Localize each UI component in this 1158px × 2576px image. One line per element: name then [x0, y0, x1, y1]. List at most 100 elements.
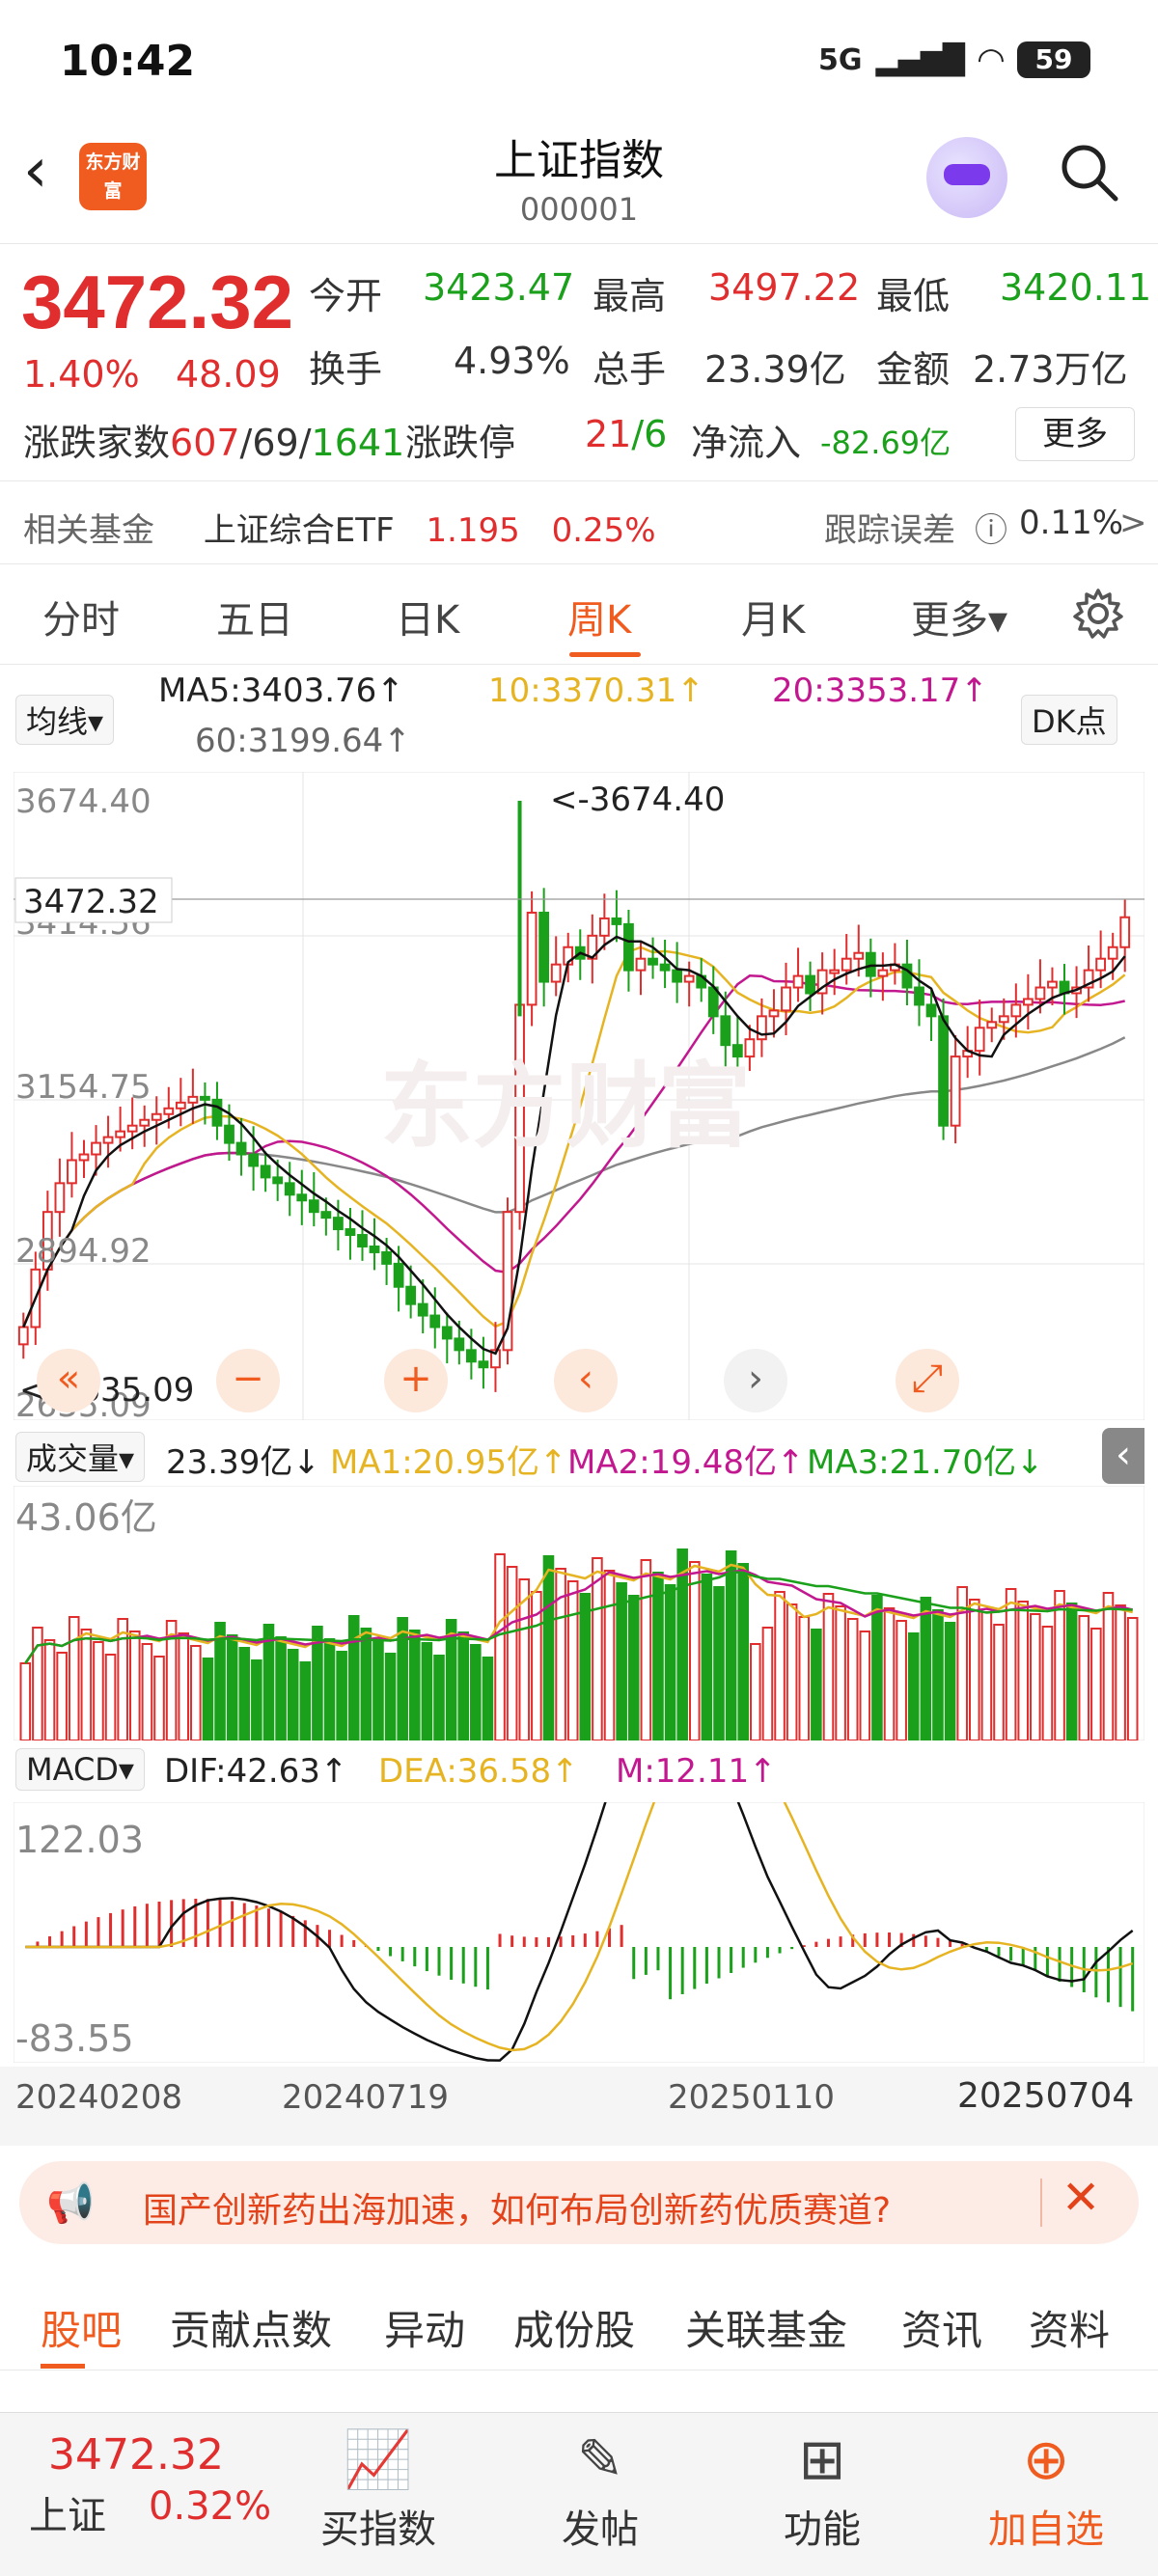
- related-fund-row[interactable]: 相关基金 上证综合ETF 1.195 0.25% 跟踪误差 ⓘ 0.11% >: [23, 504, 1147, 551]
- volume-bar: [555, 1568, 566, 1740]
- zoom-in-button[interactable]: +: [384, 1349, 448, 1412]
- search-icon[interactable]: [1058, 141, 1119, 203]
- volume-bar: [725, 1550, 737, 1740]
- candle-body: [792, 974, 804, 989]
- candle-body: [1022, 998, 1034, 1006]
- volume-bar: [603, 1570, 616, 1740]
- promo-banner[interactable]: 📢 国产创新药出海加速，如何布局创新药优质赛道? ✕: [19, 2161, 1139, 2244]
- volume-bar: [627, 1595, 640, 1740]
- candle-body: [623, 922, 634, 972]
- footer-price: 3472.32: [48, 2430, 224, 2480]
- candle-body: [1047, 980, 1058, 989]
- candle-body: [914, 986, 924, 1006]
- candle-body: [550, 963, 562, 983]
- volume-bar: [579, 1593, 592, 1740]
- volume-bar: [214, 1622, 226, 1740]
- candle-body: [296, 1193, 308, 1202]
- volume-ma1: MA1:20.95亿↑: [330, 1443, 567, 1482]
- tab-five-day[interactable]: 五日: [216, 589, 293, 644]
- functions-button[interactable]: ⊞ 功能: [726, 2421, 919, 2554]
- candle-body: [938, 1015, 949, 1127]
- collapse-panel-button[interactable]: ‹: [1102, 1428, 1144, 1484]
- volume-bar: [226, 1634, 238, 1740]
- volume-bar: [1065, 1603, 1078, 1740]
- volume-bar: [421, 1642, 433, 1740]
- candle-body: [272, 1176, 284, 1185]
- volume-bar: [1054, 1590, 1065, 1740]
- tab-related-funds[interactable]: 关联基金: [685, 2298, 847, 2357]
- volume-bar: [141, 1643, 153, 1740]
- y-label-3: 3154.75: [15, 1068, 152, 1107]
- close-icon[interactable]: ✕: [1062, 2171, 1100, 2225]
- volume-label: 总手: [593, 348, 667, 391]
- volume-legend: 成交量▾ 23.39亿↓ MA1:20.95亿↑ MA2:19.48亿↑ MA3…: [14, 1432, 1144, 1482]
- candle-body: [17, 1326, 29, 1346]
- volume-bar: [1090, 1628, 1102, 1740]
- candle-body: [841, 957, 852, 972]
- volume-bar: [592, 1557, 603, 1740]
- tab-daily-k[interactable]: 日K: [396, 589, 459, 644]
- volume-bar: [1078, 1615, 1090, 1740]
- volume-bar: [750, 1643, 761, 1740]
- kline-chart[interactable]: 3674.40 3414.56 3154.75 2894.92 2635.09 …: [14, 772, 1144, 1420]
- candle-body: [308, 1199, 319, 1214]
- candle-body: [877, 969, 889, 977]
- help-icon[interactable]: ⓘ: [975, 504, 1007, 551]
- tab-monthly-k[interactable]: 月K: [741, 589, 805, 644]
- limit-value: 21/6: [585, 413, 668, 455]
- tab-constituents[interactable]: 成份股: [513, 2298, 635, 2357]
- tab-profile[interactable]: 资料: [1029, 2298, 1110, 2357]
- volume-selector[interactable]: 成交量▾: [15, 1432, 146, 1482]
- candle-body: [1095, 957, 1107, 972]
- post-button[interactable]: ✎ 发帖: [504, 2421, 697, 2554]
- dk-point-button[interactable]: DK点: [1021, 695, 1117, 745]
- tab-anomaly[interactable]: 异动: [384, 2298, 465, 2357]
- more-button[interactable]: 更多: [1015, 407, 1135, 461]
- zoom-out-button[interactable]: −: [216, 1349, 280, 1412]
- volume-bar: [506, 1566, 518, 1740]
- add-circle-icon: ⊕: [1022, 2426, 1070, 2492]
- add-watchlist-button[interactable]: ⊕ 加自选: [950, 2421, 1143, 2554]
- volume-bar: [896, 1620, 907, 1740]
- candle-body: [1119, 916, 1131, 948]
- fullscreen-icon[interactable]: ⤢: [896, 1349, 959, 1412]
- macd-dea: DEA:36.58↑: [378, 1752, 579, 1791]
- banner-divider: [1040, 2179, 1042, 2227]
- scroll-right-button[interactable]: ›: [724, 1349, 787, 1412]
- candle-body: [187, 1095, 199, 1104]
- scroll-left-fast-button[interactable]: «: [37, 1349, 100, 1412]
- volume-bar: [202, 1658, 214, 1740]
- tab-more[interactable]: 更多▾: [911, 589, 1007, 644]
- tab-weekly-k[interactable]: 周K: [567, 589, 631, 644]
- macd-selector[interactable]: MACD▾: [15, 1748, 145, 1791]
- candle-body: [115, 1130, 126, 1138]
- candle-body: [235, 1141, 247, 1156]
- volume-bar: [372, 1640, 384, 1740]
- tab-intraday[interactable]: 分时: [42, 589, 120, 644]
- low-label: 最低: [876, 275, 951, 317]
- settings-gear-icon[interactable]: [1071, 587, 1125, 641]
- change-percent: 1.40%: [23, 353, 140, 396]
- active-tab-indicator: [569, 652, 641, 657]
- volume-bar: [640, 1559, 652, 1740]
- volume-bar: [299, 1661, 312, 1740]
- tab-news[interactable]: 资讯: [901, 2298, 982, 2357]
- scroll-left-button[interactable]: ‹: [554, 1349, 618, 1412]
- tab-contribution[interactable]: 贡献点数: [170, 2298, 332, 2357]
- volume-bar: [104, 1654, 117, 1740]
- indicator-selector[interactable]: 均线▾: [15, 695, 115, 745]
- fund-price: 1.195: [426, 511, 520, 550]
- network-label: 5G: [818, 42, 863, 77]
- volume-bar: [494, 1553, 506, 1740]
- advances-label: 涨跌家数: [23, 422, 171, 464]
- candle-body: [211, 1098, 223, 1127]
- candle-body: [768, 1009, 780, 1018]
- volume-bar: [80, 1629, 93, 1740]
- candle-body: [1107, 945, 1118, 960]
- candle-body: [381, 1250, 392, 1265]
- candle-body: [357, 1234, 368, 1247]
- buy-index-button[interactable]: 📈 买指数: [282, 2421, 475, 2554]
- tab-forum[interactable]: 股吧: [41, 2298, 122, 2357]
- period-tabs: 分时 五日 日K 周K 月K 更多▾: [0, 577, 1158, 654]
- volume-bar: [859, 1631, 871, 1740]
